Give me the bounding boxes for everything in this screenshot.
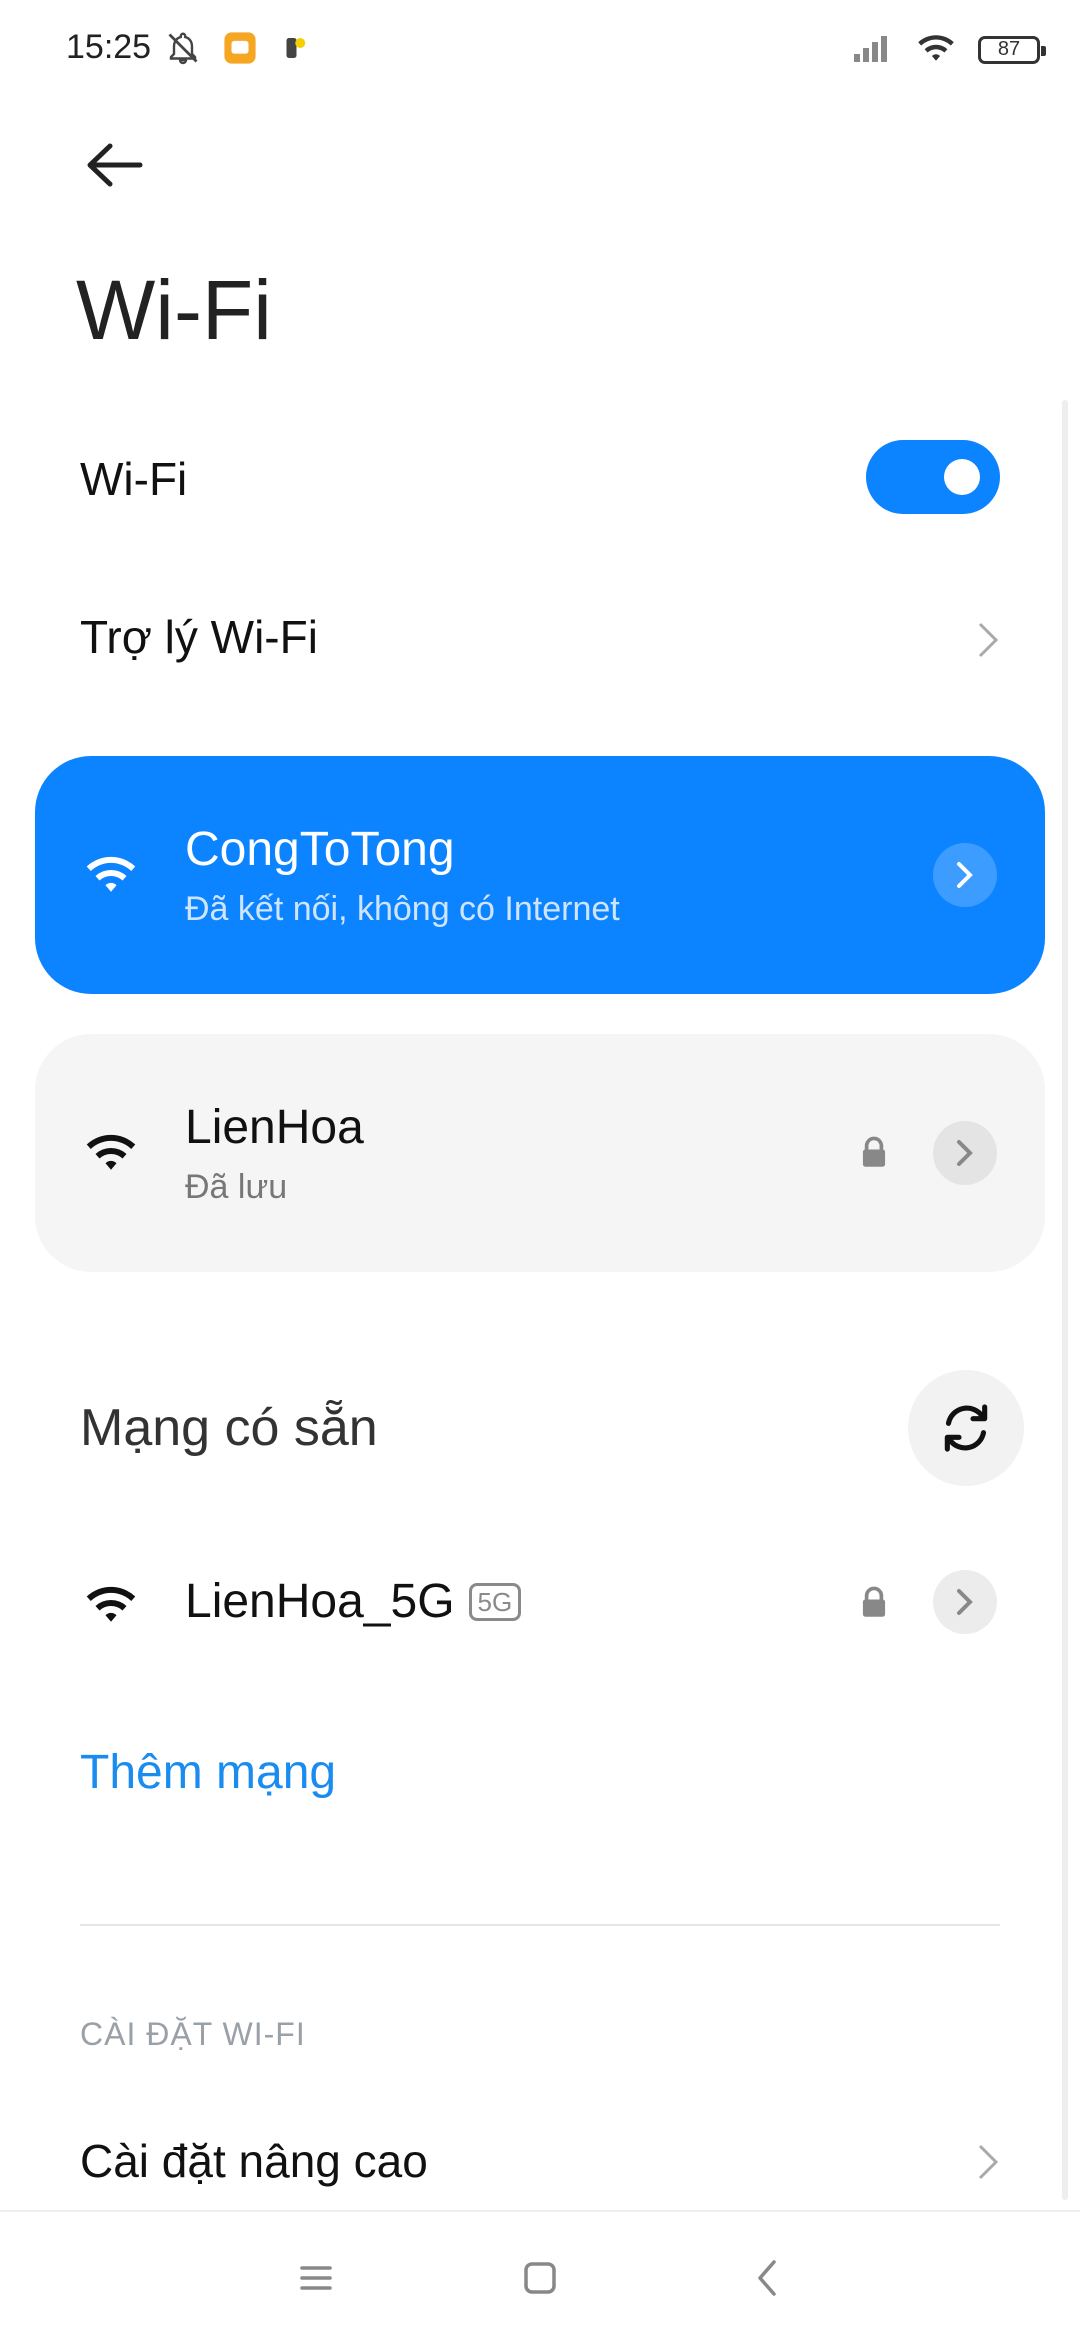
toggle-knob bbox=[944, 459, 980, 495]
wifi-signal-icon bbox=[86, 856, 136, 892]
network-details-button[interactable] bbox=[933, 1121, 997, 1185]
scrollbar[interactable] bbox=[1062, 400, 1068, 2200]
back-arrow-icon bbox=[87, 143, 143, 187]
refresh-button[interactable] bbox=[908, 1370, 1024, 1486]
chevron-right-icon bbox=[978, 2144, 999, 2180]
advanced-settings-row[interactable]: Cài đặt nâng cao bbox=[0, 2100, 1080, 2210]
advanced-settings-label: Cài đặt nâng cao bbox=[80, 2135, 428, 2187]
chevron-right-icon bbox=[957, 1140, 973, 1166]
back-button[interactable] bbox=[80, 130, 150, 200]
divider bbox=[80, 1924, 1000, 1926]
band-badge: 5G bbox=[468, 1582, 522, 1621]
chevron-left-icon bbox=[758, 2260, 776, 2296]
network-name: LienHoa_5G bbox=[185, 1575, 455, 1628]
connected-network-card[interactable]: CongToTong Đã kết nối, không có Internet bbox=[35, 756, 1045, 994]
wifi-assistant-label: Trợ lý Wi-Fi bbox=[80, 611, 318, 663]
recents-button[interactable] bbox=[280, 2248, 352, 2308]
wifi-settings-header: CÀI ĐẶT WI-FI bbox=[80, 2016, 306, 2052]
status-time: 15:25 bbox=[66, 28, 152, 66]
bell-off-icon bbox=[165, 30, 201, 71]
menu-icon bbox=[300, 2266, 332, 2290]
battery-indicator: 87 bbox=[978, 35, 1046, 64]
wifi-signal-icon bbox=[86, 1134, 136, 1170]
available-networks-title: Mạng có sẵn bbox=[80, 1399, 378, 1457]
network-status: Đã kết nối, không có Internet bbox=[185, 890, 620, 928]
wifi-assistant-row[interactable]: Trợ lý Wi-Fi bbox=[0, 580, 1080, 700]
network-name-group: LienHoa_5G 5G bbox=[185, 1574, 522, 1629]
notification-app-icon bbox=[279, 31, 309, 70]
network-details-button[interactable] bbox=[933, 843, 997, 907]
cellular-signal-icon bbox=[854, 32, 894, 67]
chevron-right-icon bbox=[957, 1589, 973, 1615]
wifi-toggle[interactable] bbox=[866, 440, 1000, 514]
page-title: Wi-Fi bbox=[76, 263, 272, 357]
status-icons-left bbox=[165, 30, 309, 71]
back-nav-button[interactable] bbox=[732, 2248, 804, 2308]
chevron-right-icon bbox=[978, 622, 999, 658]
network-name: LienHoa bbox=[185, 1101, 364, 1154]
lock-icon bbox=[862, 1136, 886, 1167]
network-status: Đã lưu bbox=[185, 1168, 288, 1206]
add-network-link[interactable]: Thêm mạng bbox=[80, 1745, 336, 1800]
network-name: CongToTong bbox=[185, 823, 455, 876]
status-icons-right: 87 bbox=[854, 30, 1046, 69]
lock-icon bbox=[862, 1586, 886, 1617]
wifi-signal-icon bbox=[86, 1586, 136, 1622]
refresh-icon bbox=[944, 1404, 988, 1452]
available-network-row[interactable]: LienHoa_5G 5G bbox=[0, 1540, 1080, 1664]
wifi-status-icon bbox=[914, 30, 958, 69]
home-button[interactable] bbox=[504, 2248, 576, 2308]
message-app-icon bbox=[223, 31, 257, 70]
chevron-right-icon bbox=[957, 862, 973, 888]
square-icon bbox=[524, 2262, 556, 2294]
navigation-bar bbox=[0, 2210, 1080, 2342]
wifi-toggle-label: Wi-Fi bbox=[80, 453, 188, 505]
network-details-button[interactable] bbox=[933, 1570, 997, 1634]
saved-network-card[interactable]: LienHoa Đã lưu bbox=[35, 1034, 1045, 1272]
